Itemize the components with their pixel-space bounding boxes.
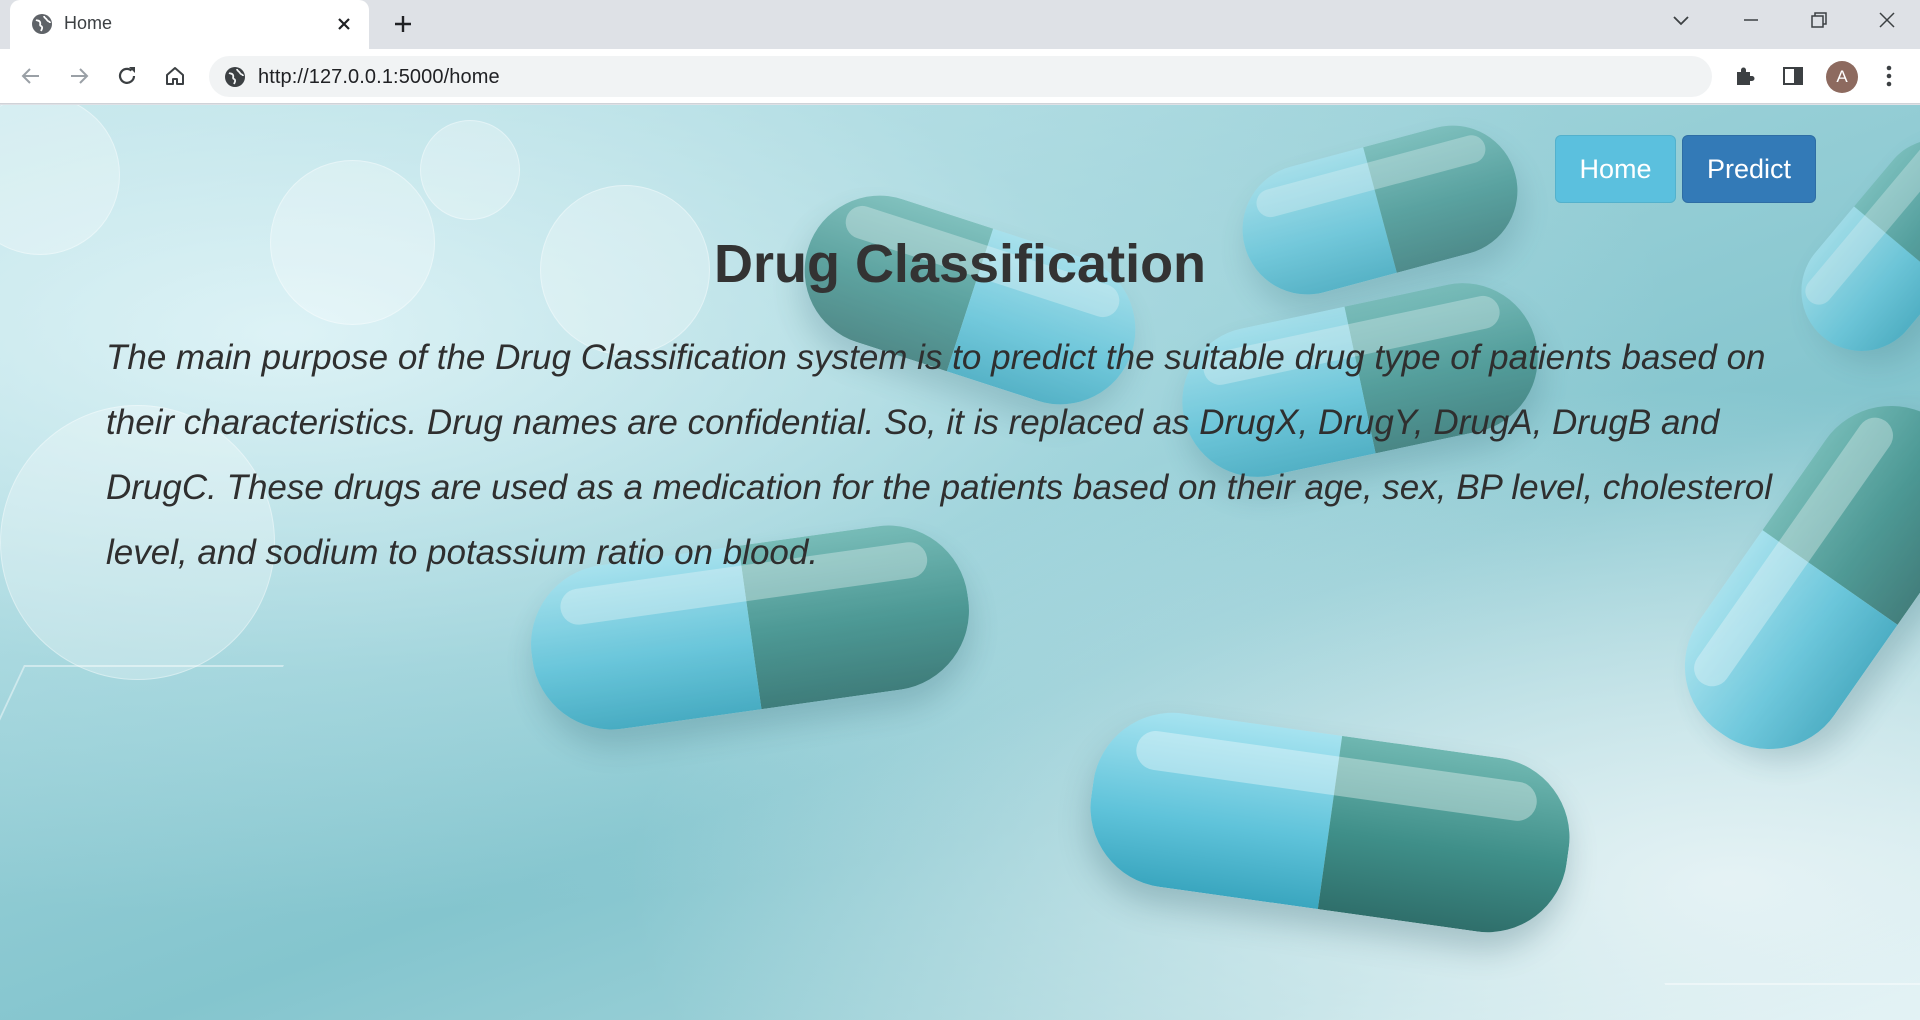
side-panel-button[interactable] xyxy=(1774,57,1812,95)
close-window-button[interactable] xyxy=(1854,0,1920,40)
globe-icon[interactable] xyxy=(223,65,247,89)
top-nav: Home Predict xyxy=(1555,135,1816,203)
page-title: Drug Classification xyxy=(713,234,1207,294)
tab-strip: Home xyxy=(0,0,1920,49)
arrow-right-icon xyxy=(71,68,89,84)
reload-icon xyxy=(118,67,136,84)
address-bar[interactable]: http://127.0.0.1:5000/home xyxy=(209,56,1712,97)
side-panel-icon xyxy=(1783,67,1803,85)
reload-button[interactable] xyxy=(108,57,146,95)
predict-nav-button[interactable]: Predict xyxy=(1682,135,1816,203)
home-icon xyxy=(166,67,184,85)
url-text[interactable]: http://127.0.0.1:5000/home xyxy=(258,66,500,89)
minimize-button[interactable] xyxy=(1718,0,1784,40)
arrow-left-icon xyxy=(21,68,39,84)
minimize-icon xyxy=(1744,19,1758,21)
globe-icon xyxy=(30,12,54,36)
home-button[interactable] xyxy=(156,57,194,95)
browser-tab[interactable]: Home xyxy=(10,0,369,49)
back-button[interactable] xyxy=(12,57,50,95)
restore-button[interactable] xyxy=(1786,0,1852,40)
browser-toolbar: http://127.0.0.1:5000/home A xyxy=(0,49,1920,104)
forward-button[interactable] xyxy=(60,57,98,95)
tab-search-button[interactable] xyxy=(1648,0,1714,40)
plus-icon xyxy=(395,16,411,32)
extensions-button[interactable] xyxy=(1726,57,1764,95)
home-nav-button[interactable]: Home xyxy=(1555,135,1676,203)
restore-icon xyxy=(1811,12,1827,28)
puzzle-icon xyxy=(1737,67,1755,85)
new-tab-button[interactable] xyxy=(388,9,418,39)
avatar[interactable]: A xyxy=(1826,61,1858,93)
close-icon[interactable] xyxy=(331,11,357,37)
tab-title: Home xyxy=(64,13,113,33)
menu-button[interactable] xyxy=(1870,57,1908,95)
more-vertical-icon xyxy=(1886,65,1892,87)
chevron-down-icon xyxy=(1673,16,1689,26)
close-icon xyxy=(1879,12,1895,28)
page-viewport: Home Predict Drug Classification The mai… xyxy=(0,105,1920,1020)
description-paragraph: The main purpose of the Drug Classificat… xyxy=(106,338,1773,572)
